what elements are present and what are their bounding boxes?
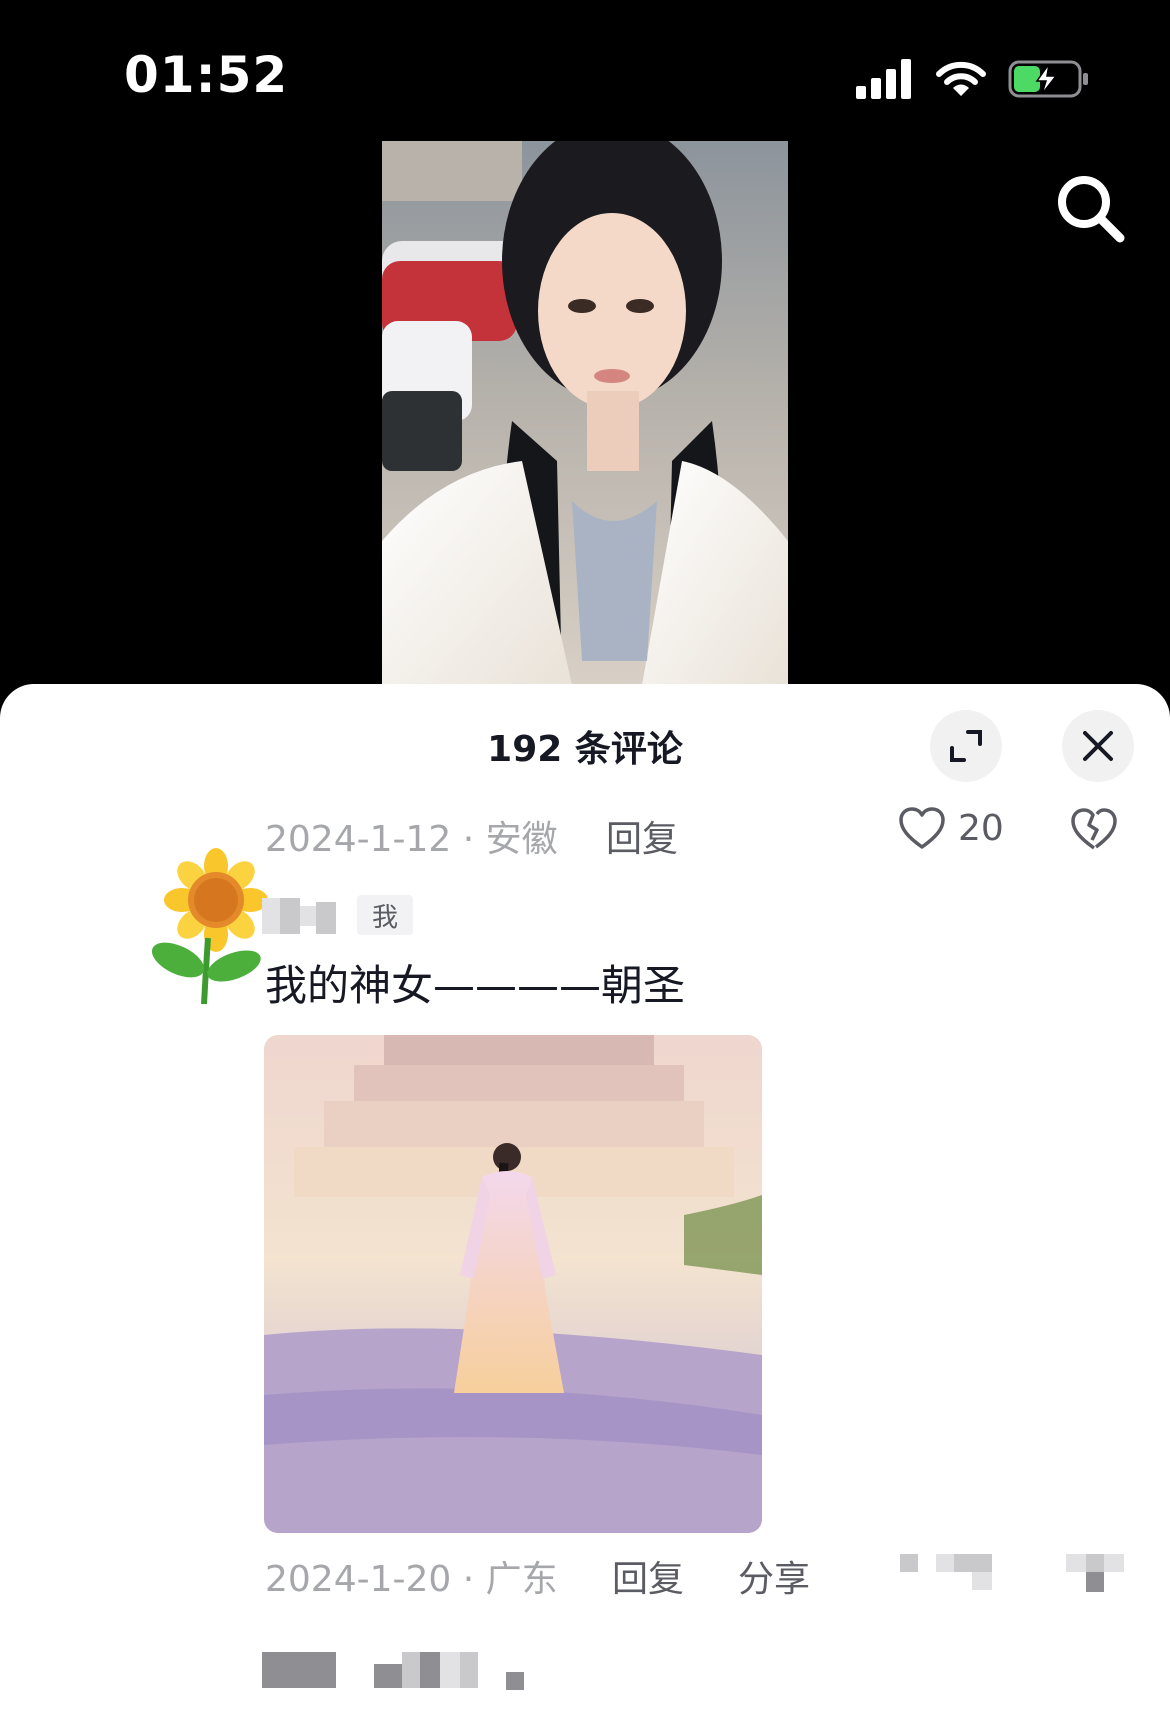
heart-outline-icon xyxy=(899,807,945,849)
prev-comment-date-location: 2024-1-12 · 安徽 xyxy=(265,819,558,860)
prev-comment-like-button[interactable]: 20 xyxy=(898,806,1004,850)
comment-image[interactable] xyxy=(264,1035,762,1533)
prev-comment-reply-button[interactable]: 回复 xyxy=(606,810,678,862)
comment-reply-button[interactable]: 回复 xyxy=(612,1550,684,1602)
close-icon xyxy=(1083,731,1113,761)
status-icons xyxy=(856,56,1090,102)
comment-sheet: 192 条评论 2024-1-12 · 安徽 回复 20 我 我的神女————朝… xyxy=(0,684,1170,1727)
expand-icon xyxy=(950,730,982,762)
close-button[interactable] xyxy=(1062,710,1134,782)
expand-button[interactable] xyxy=(930,710,1002,782)
comment-share-button[interactable]: 分享 xyxy=(738,1550,810,1602)
comment-photo xyxy=(264,1035,762,1533)
comment-text[interactable]: 我的神女————朝圣 xyxy=(265,952,685,1013)
author-tag-me: 我 xyxy=(357,895,413,935)
next-row-blurred xyxy=(262,1646,526,1690)
wifi-icon xyxy=(936,61,986,96)
status-time: 01:52 xyxy=(124,46,289,104)
video-player[interactable] xyxy=(382,141,788,685)
prev-comment-like-count: 20 xyxy=(958,807,1004,849)
comment-dislike-blurred[interactable] xyxy=(1066,1554,1124,1592)
sunflower-avatar[interactable] xyxy=(148,848,268,1008)
battery-charging-icon xyxy=(1008,60,1088,98)
video-frame-image xyxy=(382,141,788,685)
comment-like-blurred[interactable] xyxy=(900,1554,992,1590)
username-blurred[interactable] xyxy=(262,898,336,934)
broken-heart-icon[interactable] xyxy=(1070,806,1118,852)
comment-date-location: 2024-1-20 · 广东 xyxy=(265,1559,558,1600)
search-icon[interactable] xyxy=(1050,168,1130,248)
signal-icon xyxy=(856,59,911,99)
